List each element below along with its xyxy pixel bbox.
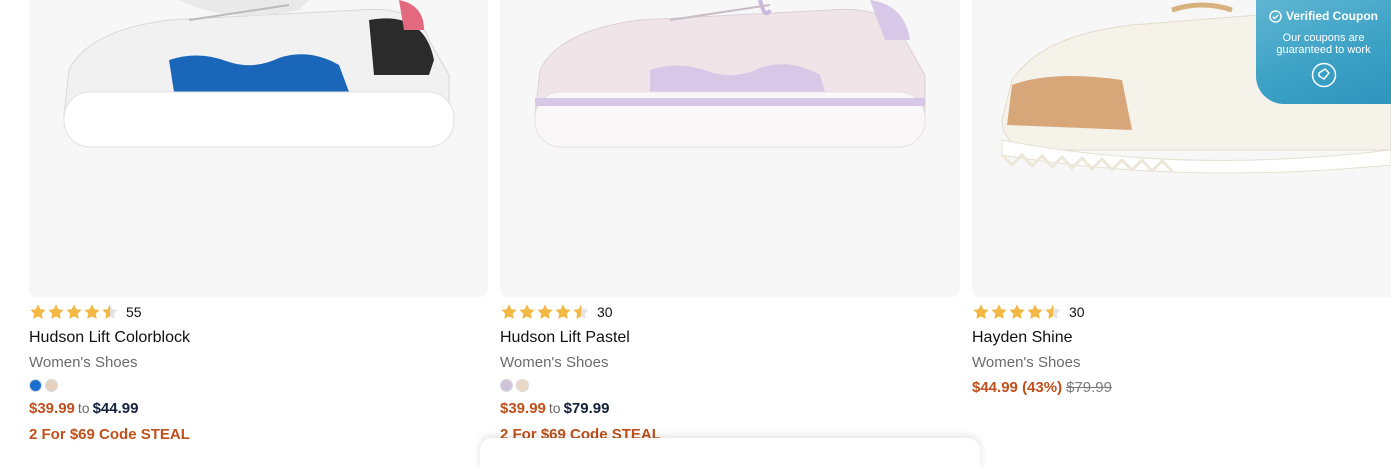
star-full-icon (991, 304, 1007, 319)
sneaker-image (63, 0, 455, 148)
review-count: 30 (1069, 304, 1085, 320)
product-card-hudson-lift-colorblock[interactable]: 55 Hudson Lift Colorblock Women's Shoes … (29, 0, 488, 443)
star-full-icon (66, 304, 82, 319)
product-image[interactable] (500, 0, 960, 297)
price-to: $79.99 (563, 400, 610, 417)
price-to-word: to (77, 400, 90, 416)
product-title[interactable]: Hayden Shine (972, 329, 1073, 347)
sneaker-image (534, 0, 926, 148)
price-sale: $44.99 (43%) $79.99 (972, 379, 1112, 396)
product-category: Women's Shoes (29, 354, 138, 371)
star-half-icon (1045, 304, 1061, 319)
sale-price: $44.99 (972, 379, 1018, 396)
price-to: $44.99 (92, 400, 139, 417)
promo-text: 2 For $69 Code STEAL (29, 426, 190, 443)
color-swatch-beige[interactable] (516, 379, 529, 392)
price-range: $39.99 to $79.99 (500, 400, 609, 417)
star-full-icon (1027, 304, 1043, 319)
star-full-icon (537, 304, 553, 319)
original-price: $79.99 (1066, 379, 1112, 396)
product-category: Women's Shoes (500, 354, 609, 371)
review-count: 55 (126, 304, 142, 320)
star-full-icon (973, 304, 989, 319)
rating: 55 (29, 303, 142, 321)
star-full-icon (519, 304, 535, 319)
rating-stars (972, 303, 1062, 321)
color-swatch-lavender[interactable] (500, 379, 513, 392)
star-half-icon (573, 304, 589, 319)
color-swatches (500, 379, 529, 392)
price-from: $39.99 (29, 400, 75, 417)
bottom-floating-panel[interactable] (480, 438, 980, 468)
rating-stars (29, 303, 119, 321)
rating: 30 (972, 303, 1085, 321)
coupon-badge-icon[interactable] (1311, 62, 1337, 88)
price-from: $39.99 (500, 400, 546, 417)
check-circle-icon (1269, 9, 1282, 23)
coupon-header: Verified Coupon (1256, 9, 1391, 23)
star-full-icon (1009, 304, 1025, 319)
coupon-subtitle: Our coupons are guaranteed to work (1276, 32, 1371, 56)
star-full-icon (555, 304, 571, 319)
price-range: $39.99 to $44.99 (29, 400, 138, 417)
color-swatch-blue[interactable] (29, 379, 42, 392)
star-half-icon (102, 304, 118, 319)
product-image[interactable] (29, 0, 488, 297)
star-full-icon (48, 304, 64, 319)
rating: 30 (500, 303, 613, 321)
product-title[interactable]: Hudson Lift Colorblock (29, 329, 190, 347)
product-card-hudson-lift-pastel[interactable]: 30 Hudson Lift Pastel Women's Shoes $39.… (500, 0, 960, 443)
coupon-title: Verified Coupon (1285, 9, 1378, 23)
review-count: 30 (597, 304, 613, 320)
verified-coupon-widget[interactable]: Verified Coupon Our coupons are guarante… (1256, 0, 1391, 104)
color-swatch-beige[interactable] (45, 379, 58, 392)
star-full-icon (30, 304, 46, 319)
color-swatches (29, 379, 58, 392)
product-title[interactable]: Hudson Lift Pastel (500, 329, 630, 347)
discount-percent: (43%) (1022, 379, 1063, 396)
star-full-icon (501, 304, 517, 319)
price-to-word: to (548, 400, 561, 416)
product-category: Women's Shoes (972, 354, 1081, 371)
star-full-icon (84, 304, 100, 319)
rating-stars (500, 303, 590, 321)
